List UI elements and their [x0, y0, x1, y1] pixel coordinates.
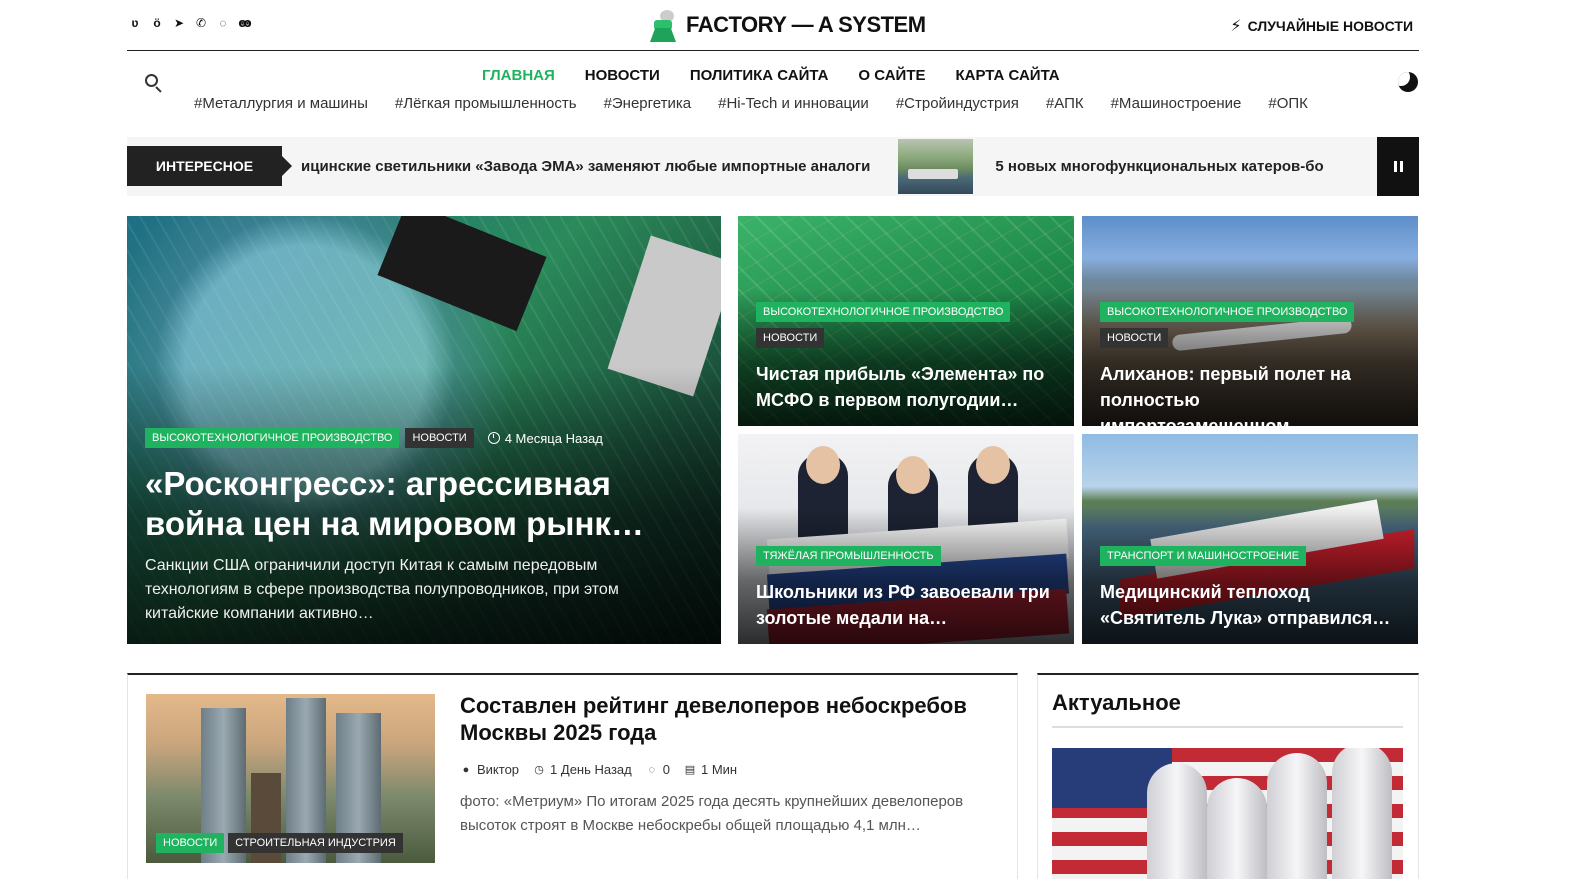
logo-icon [648, 8, 678, 42]
post-thumbnail[interactable]: НОВОСТИ СТРОИТЕЛЬНАЯ ИНДУСТРИЯ [146, 694, 435, 863]
category-badge[interactable]: ВЫСОКОТЕХНОЛОГИЧНОЕ ПРОИЗВОДСТВО [145, 428, 400, 448]
main-menu: ГЛАВНАЯ НОВОСТИ ПОЛИТИКА САЙТА О САЙТЕ К… [482, 67, 1060, 84]
vk-icon[interactable]: ʋ [128, 16, 142, 30]
tag-machinery[interactable]: #Машиностроение [1111, 95, 1242, 112]
clock-icon [487, 432, 500, 444]
search-icon[interactable] [145, 74, 163, 93]
featured-card-title[interactable]: Алиханов: первый полет на полностью импо… [1100, 361, 1400, 426]
user-icon: ● [462, 763, 470, 776]
tag-construction[interactable]: #Стройиндустрия [896, 95, 1019, 112]
tag-metallurgy[interactable]: #Металлургия и машины [194, 95, 368, 112]
featured-card-meta: ВЫСОКОТЕХНОЛОГИЧНОЕ ПРОИЗВОДСТВО НОВОСТИ [1100, 302, 1355, 348]
post-comments[interactable]: ◌ 0 [646, 762, 670, 777]
featured-card-title[interactable]: Медицинский теплоход «Святитель Лука» от… [1100, 579, 1400, 631]
social-links: ʋ ӧ ➤ ✆ ◌ ꙭ [128, 16, 252, 30]
category-badge[interactable]: НОВОСТИ [1100, 328, 1169, 348]
category-badge[interactable]: НОВОСТИ [405, 428, 474, 448]
featured-card-meta: ТРАНСПОРТ И МАШИНОСТРОЕНИЕ [1100, 546, 1307, 566]
tag-apk[interactable]: #АПК [1046, 95, 1084, 112]
clock-icon: ◷ [534, 763, 544, 776]
tag-light-industry[interactable]: #Лёгкая промышленность [395, 95, 577, 112]
menu-item-news[interactable]: НОВОСТИ [585, 67, 660, 84]
category-badge[interactable]: НОВОСТИ [156, 833, 225, 853]
tag-energy[interactable]: #Энергетика [604, 95, 692, 112]
category-badge[interactable]: ТРАНСПОРТ И МАШИНОСТРОЕНИЕ [1100, 546, 1307, 566]
featured-card-title[interactable]: Школьники из РФ завоевали три золотые ме… [756, 579, 1056, 631]
ticker-label: ИНТЕРЕСНОЕ [127, 146, 292, 186]
menu-item-policy[interactable]: ПОЛИТИКА САЙТА [690, 67, 829, 84]
featured-main-title[interactable]: «Росконгресс»: агрессивная война цен на … [145, 464, 703, 544]
telegram-icon[interactable]: ➤ [172, 16, 186, 30]
header-divider [127, 50, 1419, 51]
sidebar-title-underline [1052, 726, 1403, 728]
ticker-item[interactable]: ицинские светильники «Завода ЭМА» заменя… [301, 158, 870, 175]
featured-main-excerpt: Санкции США ограничили доступ Китая к са… [145, 557, 619, 622]
logo-text: FACTORY — A SYSTEM [686, 12, 926, 37]
featured-card-title[interactable]: Чистая прибыль «Элемента» по МСФО в перв… [756, 361, 1056, 413]
category-badge[interactable]: ВЫСОКОТЕХНОЛОГИЧНОЕ ПРОИЗВОДСТВО [756, 302, 1011, 322]
post-time-label: 4 Месяца Назад [504, 430, 603, 446]
odnoklassniki-icon[interactable]: ӧ [150, 16, 164, 30]
featured-card[interactable]: ВЫСОКОТЕХНОЛОГИЧНОЕ ПРОИЗВОДСТВО НОВОСТИ… [738, 216, 1074, 426]
tag-hitech[interactable]: #Hi-Tech и инновации [718, 95, 869, 112]
category-badge[interactable]: ТЯЖЁЛАЯ ПРОМЫШЛЕННОСТЬ [756, 546, 941, 566]
comment-icon: ◌ [648, 763, 656, 776]
category-badge[interactable]: НОВОСТИ [756, 328, 825, 348]
news-ticker: ИНТЕРЕСНОЕ ицинские светильники «Завода … [127, 137, 1419, 196]
dark-mode-toggle-icon[interactable] [1398, 72, 1418, 92]
ticker-track: ицинские светильники «Завода ЭМА» заменя… [301, 137, 1324, 196]
featured-card-meta: ТЯЖЁЛАЯ ПРОМЫШЛЕННОСТЬ [756, 546, 941, 566]
category-badge[interactable]: ВЫСОКОТЕХНОЛОГИЧНОЕ ПРОИЗВОДСТВО [1100, 302, 1355, 322]
featured-main-card[interactable]: ВЫСОКОТЕХНОЛОГИЧНОЕ ПРОИЗВОДСТВО НОВОСТИ… [127, 216, 721, 644]
pause-icon[interactable] [1377, 137, 1419, 196]
book-icon: ▤ [684, 763, 696, 776]
site-logo[interactable]: FACTORY — A SYSTEM [648, 8, 926, 42]
whatsapp-icon[interactable]: ◌ [216, 16, 230, 30]
ticker-thumbnail[interactable] [898, 139, 974, 194]
sidebar-thumbnail[interactable] [1052, 748, 1403, 879]
viber-icon[interactable]: ✆ [194, 16, 208, 30]
featured-card[interactable]: ВЫСОКОТЕХНОЛОГИЧНОЕ ПРОИЗВОДСТВО НОВОСТИ… [1082, 216, 1418, 426]
yandex-zen-icon[interactable]: ꙭ [238, 16, 252, 30]
featured-card[interactable]: ТЯЖЁЛАЯ ПРОМЫШЛЕННОСТЬ Школьники из РФ з… [738, 434, 1074, 644]
post-author[interactable]: ● Виктор [460, 762, 519, 777]
sidebar-title: Актуальное [1052, 690, 1181, 715]
tag-opk[interactable]: #ОПК [1268, 95, 1308, 112]
menu-item-about[interactable]: О САЙТЕ [858, 67, 925, 84]
post-time: ◷ 1 День Назад [534, 762, 632, 777]
featured-card[interactable]: ТРАНСПОРТ И МАШИНОСТРОЕНИЕ Медицинский т… [1082, 434, 1418, 644]
featured-main-meta: ВЫСОКОТЕХНОЛОГИЧНОЕ ПРОИЗВОДСТВО НОВОСТИ… [145, 428, 603, 448]
post-read-time: ▤ 1 Мин [684, 762, 738, 777]
post-title[interactable]: Составлен рейтинг девелоперов небоскребо… [460, 692, 1000, 746]
lightning-icon: ⚡ [1230, 18, 1242, 35]
featured-card-meta: ВЫСОКОТЕХНОЛОГИЧНОЕ ПРОИЗВОДСТВО НОВОСТИ [756, 302, 1011, 348]
menu-item-sitemap[interactable]: КАРТА САЙТА [956, 67, 1060, 84]
random-news-link[interactable]: ⚡ СЛУЧАЙНЫЕ НОВОСТИ [1230, 16, 1413, 36]
ticker-item[interactable]: 5 новых многофункциональных катеров-бо [995, 158, 1323, 175]
post-thumbnail-badges: НОВОСТИ СТРОИТЕЛЬНАЯ ИНДУСТРИЯ [156, 833, 403, 853]
post-excerpt: фото: «Метриум» По итогам 2025 года деся… [460, 793, 964, 834]
random-news-label: СЛУЧАЙНЫЕ НОВОСТИ [1247, 18, 1413, 34]
category-badge[interactable]: СТРОИТЕЛЬНАЯ ИНДУСТРИЯ [228, 833, 403, 853]
post-meta: ● Виктор ◷ 1 День Назад ◌ 0 ▤ 1 Мин [460, 762, 737, 777]
tag-menu: #Металлургия и машины #Лёгкая промышленн… [194, 95, 1308, 112]
menu-item-home[interactable]: ГЛАВНАЯ [482, 67, 555, 84]
post-time: 4 Месяца Назад [487, 430, 603, 446]
